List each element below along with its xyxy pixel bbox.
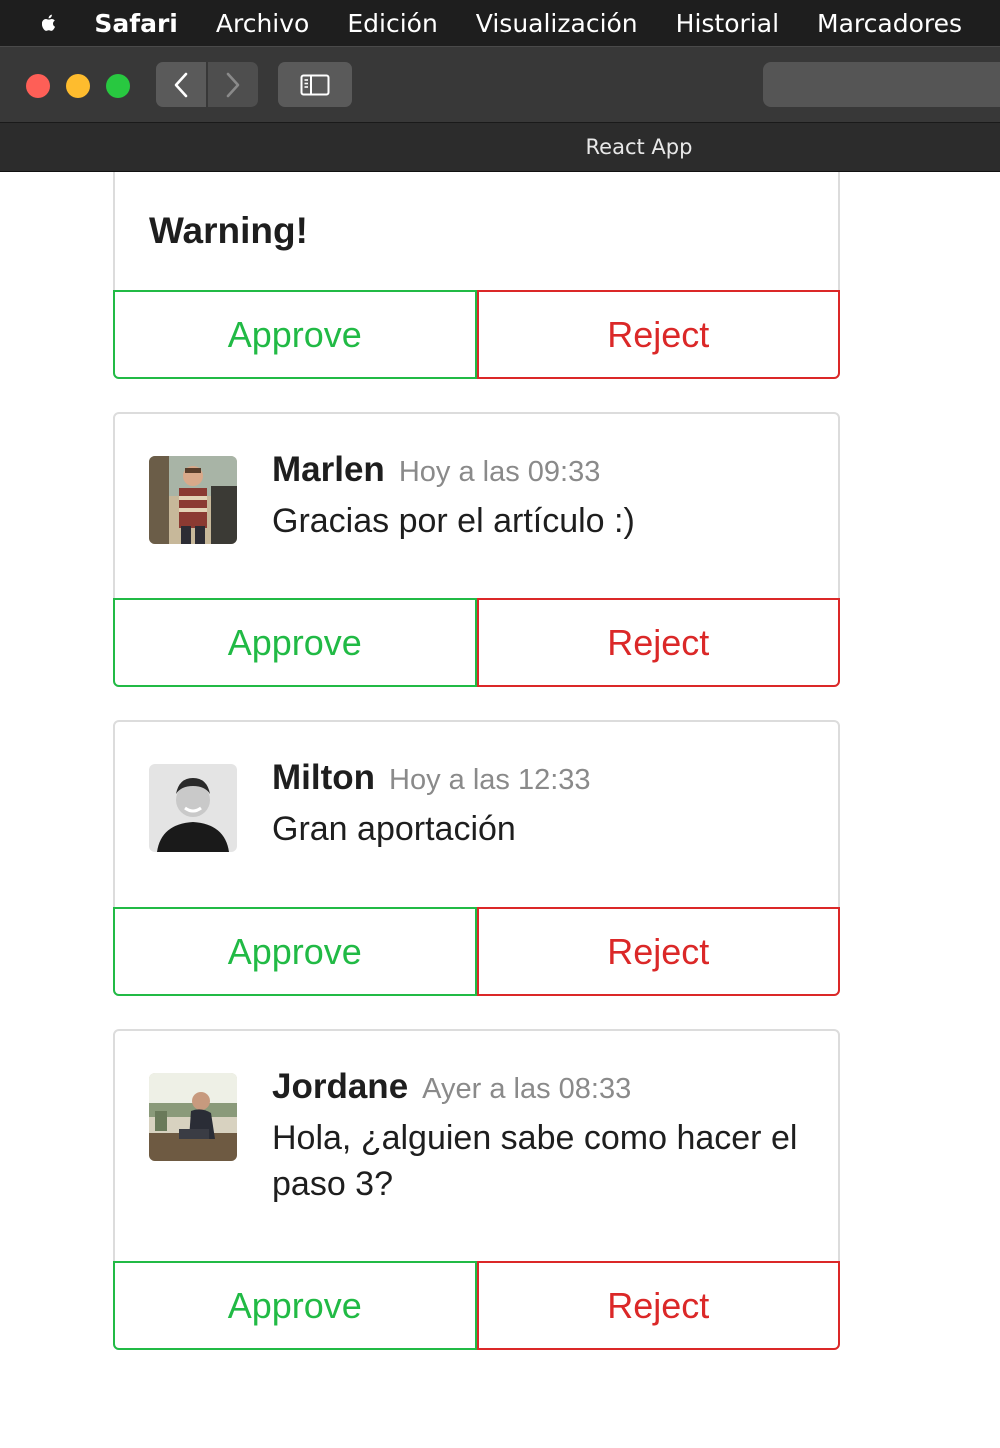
menu-archivo[interactable]: Archivo <box>216 9 309 38</box>
reject-button[interactable]: Reject <box>476 290 840 379</box>
maximize-window-button[interactable] <box>106 74 130 98</box>
apple-icon[interactable] <box>42 8 56 38</box>
approve-button[interactable]: Approve <box>113 907 477 996</box>
comment-date: Ayer a las 08:33 <box>422 1073 632 1105</box>
tab-bar: React App <box>0 122 1000 172</box>
warning-title: Warning! <box>149 210 308 251</box>
minimize-window-button[interactable] <box>66 74 90 98</box>
comment-date: Hoy a las 09:33 <box>398 456 601 488</box>
approve-button[interactable]: Approve <box>113 1261 477 1350</box>
reject-button[interactable]: Reject <box>476 907 840 996</box>
comment-actions: Approve Reject <box>113 1261 840 1350</box>
comment-text: Gran aportación <box>272 810 516 848</box>
approve-button[interactable]: Approve <box>113 290 477 379</box>
avatar-image <box>149 1073 237 1161</box>
warning-actions: Approve Reject <box>113 290 840 379</box>
close-window-button[interactable] <box>26 74 50 98</box>
menu-visualizacion[interactable]: Visualización <box>476 9 638 38</box>
comment-text: Gracias por el artículo :) <box>272 502 635 540</box>
comment-text: Hola, ¿alguien sabe como hacer el paso 3… <box>272 1119 798 1203</box>
navigation-buttons <box>156 62 258 107</box>
forward-button[interactable] <box>208 62 258 107</box>
comment-card: Marlen Hoy a las 09:33 Gracias por el art… <box>113 412 840 687</box>
menu-edicion[interactable]: Edición <box>347 9 437 38</box>
comment-meta: Milton Hoy a las 12:33 Gran aportación <box>272 758 808 852</box>
menu-historial[interactable]: Historial <box>676 9 779 38</box>
sidebar-toggle-button[interactable] <box>278 62 352 107</box>
avatar <box>149 1073 237 1161</box>
menu-safari[interactable]: Safari <box>94 9 178 38</box>
comment-author[interactable]: Milton <box>272 758 375 797</box>
avatar <box>149 764 237 852</box>
avatar <box>149 456 237 544</box>
chevron-right-icon <box>226 72 240 97</box>
avatar-image <box>149 764 237 852</box>
avatar-image <box>149 456 237 544</box>
reject-button[interactable]: Reject <box>476 598 840 687</box>
comment-card: Milton Hoy a las 12:33 Gran aportación Ap… <box>113 720 840 996</box>
comment-date: Hoy a las 12:33 <box>389 764 591 796</box>
approve-button[interactable]: Approve <box>113 598 477 687</box>
menu-marcadores[interactable]: Marcadores <box>817 9 962 38</box>
reject-button[interactable]: Reject <box>476 1261 840 1350</box>
address-bar[interactable] <box>763 62 1000 107</box>
chevron-left-icon <box>174 72 188 97</box>
comment-author[interactable]: Marlen <box>272 450 385 489</box>
comment-card: Jordane Ayer a las 08:33 Hola, ¿alguien s… <box>113 1029 840 1350</box>
page-content: Warning! Approve Reject Marlen Hoy a las… <box>0 172 1000 1448</box>
sidebar-icon <box>300 74 330 95</box>
comment-actions: Approve Reject <box>113 907 840 996</box>
browser-toolbar <box>0 46 1000 122</box>
menu-bar: Safari Archivo Edición Visualización His… <box>0 0 1000 46</box>
comment-actions: Approve Reject <box>113 598 840 687</box>
comment-meta: Marlen Hoy a las 09:33 Gracias por el art… <box>272 450 808 544</box>
warning-card: Warning! Approve Reject <box>113 172 840 379</box>
back-button[interactable] <box>156 62 206 107</box>
tab-title[interactable]: React App <box>586 135 693 159</box>
comment-author[interactable]: Jordane <box>272 1067 408 1106</box>
comment-meta: Jordane Ayer a las 08:33 Hola, ¿alguien s… <box>272 1067 808 1207</box>
